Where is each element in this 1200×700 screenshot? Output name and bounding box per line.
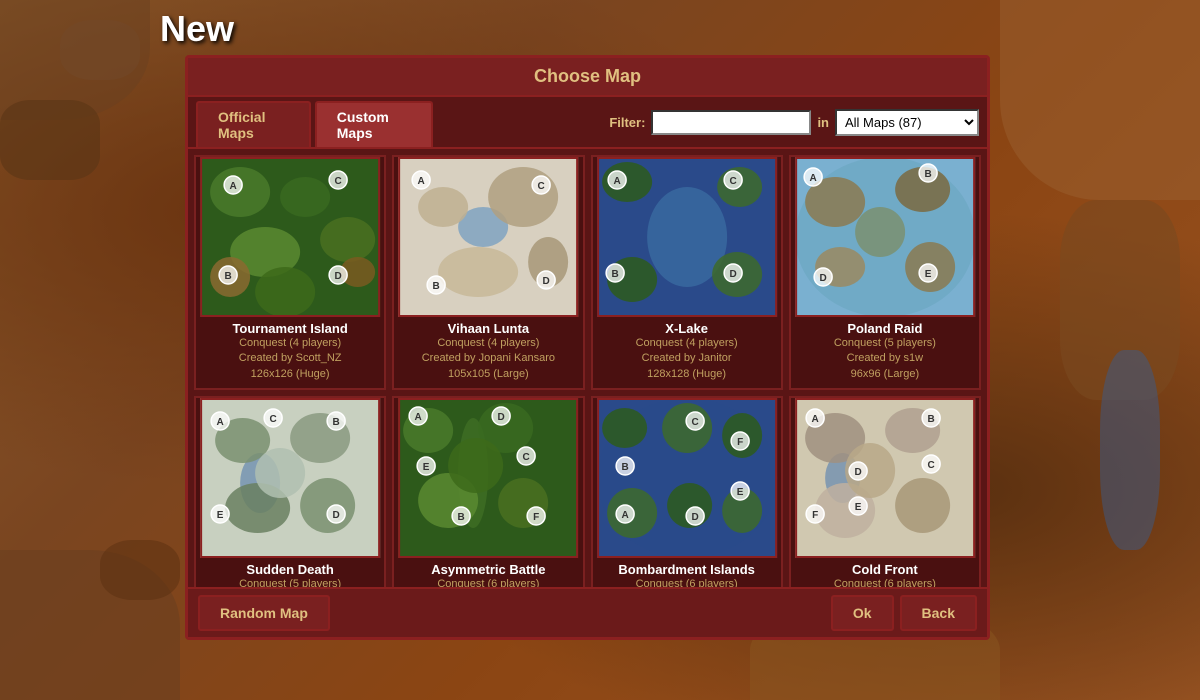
svg-text:A: A — [217, 417, 224, 428]
svg-text:B: B — [927, 414, 934, 425]
modal-dialog: Choose Map Official Maps Custom Maps Fil… — [185, 55, 990, 640]
map-cell-1[interactable]: A C B D Vihaan LuntaConquest (4 players) Cre… — [392, 155, 584, 390]
river-deco — [1100, 350, 1160, 550]
svg-text:C: C — [691, 417, 698, 428]
map-info-2: X-LakeConquest (4 players) Created by Ja… — [593, 317, 781, 388]
map-name-0: Tournament Island — [202, 321, 378, 336]
random-map-button[interactable]: Random Map — [198, 595, 330, 631]
svg-text:C: C — [523, 452, 530, 463]
map-name-4: Sudden Death — [202, 562, 378, 577]
map-name-6: Bombardment Islands — [599, 562, 775, 577]
terrain-deco-3 — [0, 100, 100, 180]
ok-button[interactable]: Ok — [831, 595, 894, 631]
map-cell-3[interactable]: A B D E Poland RaidConquest (5 players) Crea… — [789, 155, 981, 390]
page-title: New — [160, 8, 234, 50]
svg-text:B: B — [621, 462, 628, 473]
map-thumbnail-4: A B C D E — [196, 398, 384, 558]
map-detail-7: Conquest (6 players) Created by Dingo At… — [797, 577, 973, 587]
map-thumbnail-5: A B C D E F — [394, 398, 582, 558]
terrain-deco-8 — [100, 540, 180, 600]
filter-label: Filter: — [609, 115, 645, 130]
back-button[interactable]: Back — [900, 595, 977, 631]
map-cell-2[interactable]: A C B D X-LakeConquest (4 players) Created b… — [591, 155, 783, 390]
svg-text:C: C — [538, 181, 545, 192]
map-cell-7[interactable]: A B C D E F Cold FrontConquest (6 players) Cre… — [789, 396, 981, 587]
map-name-2: X-Lake — [599, 321, 775, 336]
map-thumbnail-3: A B D E — [791, 157, 979, 317]
svg-text:A: A — [811, 414, 818, 425]
svg-text:F: F — [812, 510, 818, 521]
svg-text:B: B — [458, 512, 465, 523]
svg-text:F: F — [737, 437, 743, 448]
map-grid-container[interactable]: ACBDTournament IslandConquest (4 players… — [188, 149, 987, 587]
map-name-1: Vihaan Lunta — [400, 321, 576, 336]
tab-custom-maps[interactable]: Custom Maps — [315, 101, 434, 147]
map-detail-2: Conquest (4 players) Created by Janitor … — [599, 336, 775, 382]
svg-text:B: B — [225, 271, 232, 282]
svg-text:D: D — [333, 510, 340, 521]
modal-title: Choose Map — [534, 66, 641, 86]
svg-text:C: C — [729, 176, 736, 187]
map-thumbnail-6: A B C D E F — [593, 398, 781, 558]
svg-text:E: E — [855, 502, 862, 513]
modal-title-bar: Choose Map — [188, 58, 987, 97]
svg-text:E: E — [217, 510, 224, 521]
map-thumbnail-2: A C B D — [593, 157, 781, 317]
bottom-bar: Random Map Ok Back — [188, 587, 987, 637]
svg-text:A: A — [418, 176, 425, 187]
map-thumbnail-0: A C B D — [196, 157, 384, 317]
svg-text:F: F — [533, 512, 539, 523]
map-cell-0[interactable]: A C B D Tournament IslandConquest (4 players… — [194, 155, 386, 390]
svg-text:A: A — [621, 510, 628, 521]
map-info-0: Tournament IslandConquest (4 players) Cr… — [196, 317, 384, 388]
map-cell-5[interactable]: A B C D E F Asymmetric BattleConquest (6 playe… — [392, 396, 584, 587]
map-detail-4: Conquest (5 players) Created by Dingo At… — [202, 577, 378, 587]
map-detail-3: Conquest (5 players) Created by s1w 96x9… — [797, 336, 973, 382]
map-info-1: Vihaan LuntaConquest (4 players) Created… — [394, 317, 582, 388]
svg-text:D: D — [335, 271, 342, 282]
svg-text:D: D — [498, 412, 505, 423]
svg-text:D: D — [854, 467, 861, 478]
svg-text:D: D — [819, 273, 826, 284]
terrain-deco-4 — [1000, 0, 1200, 200]
svg-text:E: E — [423, 462, 430, 473]
map-detail-0: Conquest (4 players) Created by Scott_NZ… — [202, 336, 378, 382]
svg-text:A: A — [230, 181, 237, 192]
tab-official-maps[interactable]: Official Maps — [196, 101, 311, 147]
svg-text:A: A — [809, 173, 816, 184]
map-info-6: Bombardment IslandsConquest (6 players) … — [593, 558, 781, 587]
map-name-3: Poland Raid — [797, 321, 973, 336]
map-detail-5: Conquest (6 players) Created by Snav — [400, 577, 576, 587]
svg-text:D: D — [543, 276, 550, 287]
map-name-5: Asymmetric Battle — [400, 562, 576, 577]
svg-text:D: D — [729, 269, 736, 280]
svg-text:A: A — [415, 412, 422, 423]
svg-text:B: B — [333, 417, 340, 428]
svg-text:D: D — [691, 512, 698, 523]
map-info-7: Cold FrontConquest (6 players) Created b… — [791, 558, 979, 587]
map-cell-4[interactable]: A B C D E Sudden DeathConquest (5 players) Cr… — [194, 396, 386, 587]
map-detail-6: Conquest (6 players) Created by Sanco — [599, 577, 775, 587]
map-thumbnail-7: A B C D E F — [791, 398, 979, 558]
svg-text:A: A — [613, 176, 620, 187]
svg-text:E: E — [925, 269, 932, 280]
map-grid: ACBDTournament IslandConquest (4 players… — [194, 155, 981, 587]
svg-text:C: C — [927, 460, 934, 471]
map-name-7: Cold Front — [797, 562, 973, 577]
map-info-5: Asymmetric BattleConquest (6 players) Cr… — [394, 558, 582, 587]
map-info-3: Poland RaidConquest (5 players) Created … — [791, 317, 979, 388]
svg-text:B: B — [433, 281, 440, 292]
svg-text:C: C — [335, 176, 342, 187]
map-thumbnail-1: A C B D — [394, 157, 582, 317]
svg-text:E: E — [736, 487, 743, 498]
map-info-4: Sudden DeathConquest (5 players) Created… — [196, 558, 384, 587]
filter-input[interactable] — [651, 110, 811, 135]
svg-text:B: B — [611, 269, 618, 280]
map-cell-6[interactable]: A B C D E F Bombardment IslandsConquest (6 pla… — [591, 396, 783, 587]
filter-dropdown[interactable]: All Maps (87) — [837, 111, 977, 134]
filter-in-label: in — [817, 115, 829, 130]
map-detail-1: Conquest (4 players) Created by Jopani K… — [400, 336, 576, 382]
svg-text:C: C — [270, 414, 277, 425]
svg-text:B: B — [924, 169, 931, 180]
